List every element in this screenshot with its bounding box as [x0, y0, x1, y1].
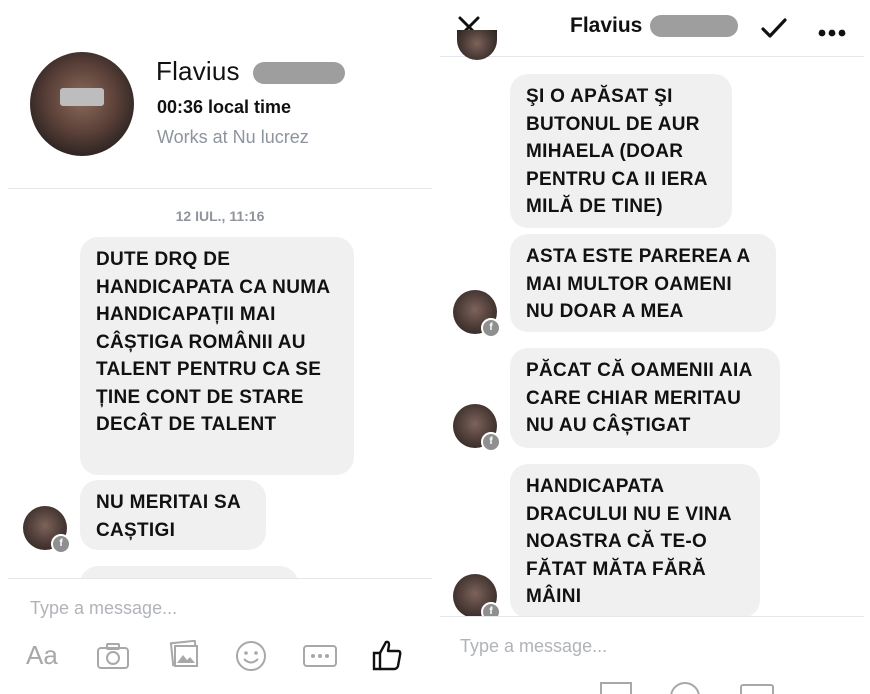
composer-divider	[8, 578, 432, 579]
contact-profile-picture[interactable]	[30, 52, 134, 156]
contact-avatar[interactable]: f	[453, 574, 501, 622]
emoji-icon[interactable]	[235, 640, 267, 677]
facebook-badge-icon: f	[51, 534, 71, 554]
gallery-icon[interactable]	[600, 682, 632, 694]
contact-name-row: Flavius	[156, 56, 346, 87]
message-input[interactable]: Type a message...	[30, 598, 177, 619]
message-bubble[interactable]: DUTE DRQ DE HANDICAPATA CA NUMA HANDICAP…	[80, 237, 354, 475]
check-icon[interactable]	[760, 16, 788, 45]
gif-icon[interactable]	[740, 684, 774, 694]
facebook-badge-icon: f	[481, 318, 501, 338]
contact-name: Flavius	[156, 56, 240, 86]
more-icon[interactable]	[818, 24, 846, 42]
facebook-badge-icon: f	[481, 432, 501, 452]
gif-icon[interactable]	[302, 644, 338, 673]
composer: Type a message... Aa	[8, 578, 432, 694]
contact-avatar[interactable]: f	[453, 290, 501, 338]
redacted-surname	[253, 62, 346, 85]
camera-icon[interactable]	[96, 642, 130, 675]
message-bubble[interactable]: HANDICAPATA DRACULUI NU E VINA NOASTRA C…	[510, 464, 760, 618]
emoji-icon[interactable]	[670, 682, 700, 694]
message-bubble[interactable]: ŞI O APĂSAT ŞI BUTONUL DE AUR MIHAELA (D…	[510, 74, 732, 228]
composer: Type a message...	[440, 616, 864, 694]
header-name-row: Flavius	[570, 14, 739, 38]
thumbs-up-icon[interactable]	[370, 638, 404, 677]
message-bubble[interactable]: PĂCAT CĂ OAMENII AIA CARE CHIAR MERITAU …	[510, 348, 780, 448]
message-input[interactable]: Type a message...	[460, 636, 607, 657]
works-at: Works at Nu lucrez	[157, 127, 309, 147]
left-chat-screenshot: Flavius 00:36 local time Works at Nu luc…	[8, 0, 432, 694]
redacted-surname	[650, 15, 739, 38]
contact-avatar[interactable]: f	[23, 506, 71, 554]
message-timestamp: 12 IUL., 11:16	[175, 208, 265, 224]
header-divider	[8, 188, 432, 189]
message-bubble[interactable]: ASTA ESTE PAREREA A MAI MULTOR OAMENI NU…	[510, 234, 776, 332]
toolbar-partial	[440, 682, 864, 694]
contact-name: Flavius	[570, 14, 643, 37]
composer-divider	[440, 616, 864, 617]
text-format-button[interactable]: Aa	[26, 640, 58, 671]
right-chat-screenshot: Flavius ŞI O APĂSAT ŞI BUTONUL DE AUR MI…	[440, 0, 864, 694]
gallery-icon[interactable]	[168, 639, 200, 675]
message-bubble[interactable]: NU MERITAI SA CAȘTIGI	[80, 480, 266, 550]
contact-avatar[interactable]: f	[453, 404, 501, 452]
local-time: 00:36 local time	[157, 97, 292, 117]
chat-header: Flavius	[440, 0, 864, 57]
